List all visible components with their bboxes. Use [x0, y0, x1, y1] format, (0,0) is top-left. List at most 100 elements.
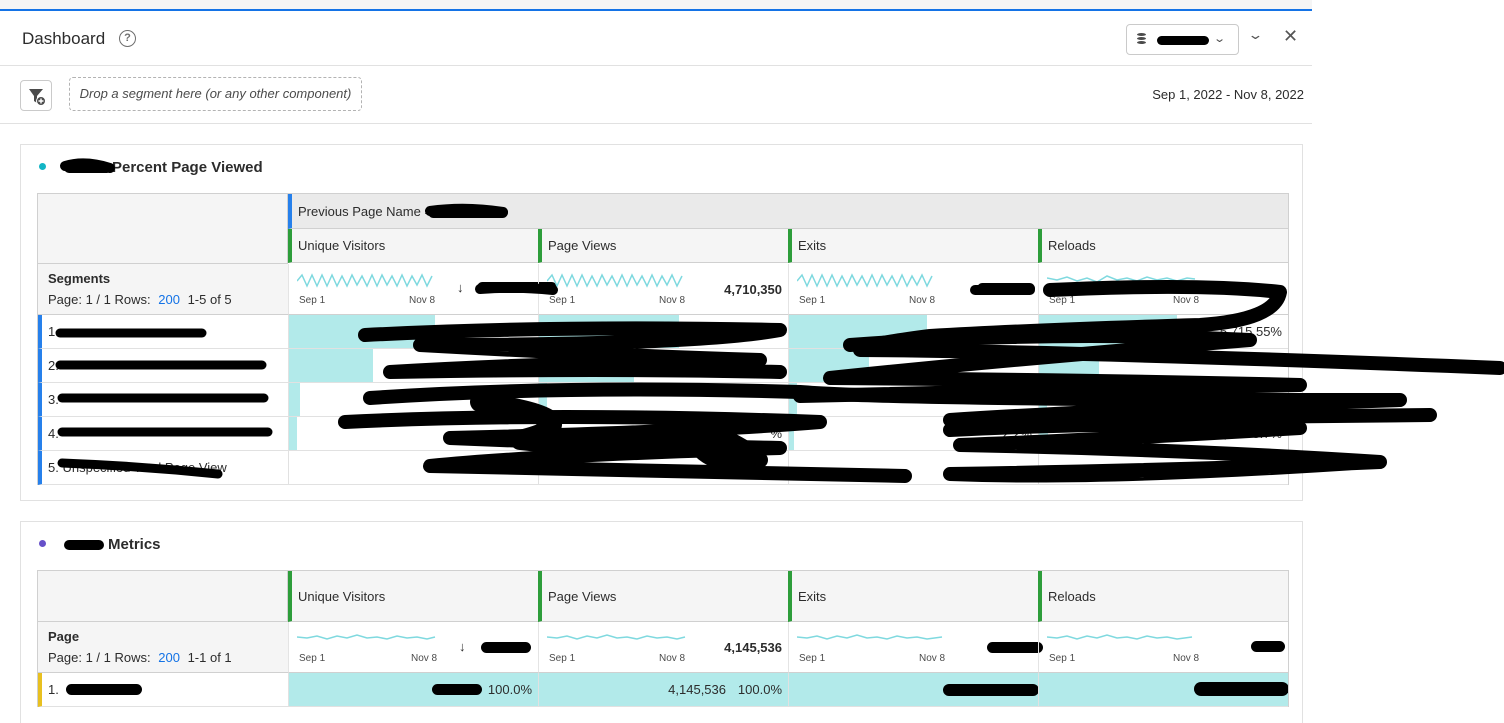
range-label: 1-1 of 1: [187, 650, 232, 665]
page-views-total: 4,145,536: [724, 640, 782, 655]
cell-value: %: [770, 426, 782, 441]
redacted-total: [977, 283, 1035, 294]
column-header-page-views[interactable]: Page Views: [538, 571, 788, 622]
rows-per-page-select[interactable]: 200: [158, 292, 180, 307]
sparkline-start: Sep 1: [299, 653, 326, 664]
sparkline-start: Sep 1: [1049, 653, 1076, 664]
sparkline: [547, 273, 683, 288]
row-number: 2.: [48, 358, 59, 373]
dimension-summary: Page Page: 1 / 1 Rows: 200 1-1 of 1: [38, 622, 288, 673]
sort-desc-icon[interactable]: ↓: [459, 639, 466, 654]
column-header-exits[interactable]: Exits: [788, 571, 1038, 622]
page-title: Dashboard: [22, 29, 106, 48]
sparkline-end: Nov 8: [409, 295, 436, 306]
sparkline-end: Nov 8: [659, 295, 686, 306]
data-cell: [788, 451, 1038, 485]
sparkline: [1047, 634, 1193, 640]
table-row[interactable]: 5. Unspecified Total Page View: [38, 451, 288, 485]
table-corner: [38, 194, 288, 264]
add-segment-button[interactable]: [20, 80, 52, 111]
panel-title[interactable]: Percent Page Viewed: [39, 159, 263, 176]
cell-value: 0.3%: [502, 460, 532, 475]
sparkline-start: Sep 1: [799, 295, 826, 306]
row-number: 4.: [48, 426, 59, 441]
report-suite-selector[interactable]: ⌄: [1126, 24, 1239, 55]
sparkline-end: Nov 8: [1173, 653, 1200, 664]
summary-cell-unique-visitors: Sep 1 Nov 8 ↓: [288, 622, 538, 673]
redacted-title-prefix: [64, 163, 112, 174]
column-header-exits[interactable]: Exits: [788, 229, 1038, 263]
data-cell: [788, 673, 1038, 707]
redacted-value: [1194, 682, 1288, 696]
sparkline-end: Nov 8: [919, 653, 946, 664]
summary-cell-exits: Sep 1 Nov 8: [788, 622, 1043, 673]
rows-per-page-select[interactable]: 200: [158, 650, 180, 665]
redacted-report-suite-name: [1157, 36, 1209, 45]
data-cell: [1038, 451, 1288, 485]
dimension-label: Page: [48, 629, 80, 644]
table-row[interactable]: 3.: [38, 383, 288, 417]
column-header-reloads[interactable]: Reloads: [1038, 571, 1288, 622]
breakdown-header[interactable]: Previous Page Name =: [288, 194, 1288, 229]
data-cell: %: [538, 417, 788, 451]
column-header-page-views[interactable]: Page Views: [538, 229, 788, 263]
data-cell: [538, 315, 788, 349]
page-label: Page: 1 / 1 Rows:: [48, 292, 151, 307]
data-cell: [288, 349, 538, 383]
filter-add-icon: [29, 89, 46, 106]
redacted-breakdown-value: [428, 207, 508, 218]
freeform-table: Previous Page Name = Unique Visitors Pag…: [37, 193, 1289, 485]
row-number: 1.: [48, 324, 59, 339]
date-range[interactable]: Sep 1, 2022 - Nov 8, 2022: [1152, 87, 1304, 102]
sparkline: [297, 634, 436, 640]
dimension-label: Segments: [48, 271, 111, 286]
chevron-down-icon: ⌄: [1213, 33, 1227, 45]
page-label: Page: 1 / 1 Rows:: [48, 650, 151, 665]
summary-cell-reloads: Sep 1 Nov 8: [1038, 622, 1288, 673]
range-label: 1-5 of 5: [187, 292, 232, 307]
cell-value: 100.0%: [487, 682, 532, 697]
table-row[interactable]: 1.: [38, 673, 288, 707]
help-icon[interactable]: ?: [119, 30, 136, 47]
close-icon[interactable]: ✕: [1283, 26, 1298, 47]
segment-drop-zone[interactable]: Drop a segment here (or any other compon…: [69, 77, 362, 111]
sparkline-start: Sep 1: [549, 653, 576, 664]
summary-cell-exits: Sep 1 Nov 8: [788, 264, 1038, 315]
redacted-value: [432, 684, 482, 695]
row-label: Unspecified Total Page View: [62, 460, 227, 475]
data-cell: [288, 383, 538, 417]
data-cell: [1038, 349, 1288, 383]
column-header-reloads[interactable]: Reloads: [1038, 229, 1288, 263]
table-row[interactable]: 2.: [38, 349, 288, 383]
sparkline: [547, 634, 686, 640]
data-cell: 5,715 55%: [1038, 315, 1288, 349]
collapse-icon[interactable]: ⌄: [1247, 27, 1263, 43]
sort-desc-icon[interactable]: ↓: [457, 280, 464, 295]
sparkline-end: Nov 8: [411, 653, 438, 664]
data-cell: [538, 451, 788, 485]
cell-value: 5,715 55%: [1219, 324, 1282, 339]
cell-percent: 100.0%: [737, 682, 782, 697]
data-cell: 2.2%: [788, 417, 1038, 451]
table-row[interactable]: 4.: [38, 417, 288, 451]
summary-cell-page-views: Sep 1 Nov 8 4,145,536: [538, 622, 788, 673]
panel-header: Dashboard ? ⌄ ⌄ ✕: [0, 11, 1312, 66]
sparkline: [1047, 275, 1196, 283]
cell-value: 2.2%: [1002, 426, 1032, 441]
column-header-unique-visitors[interactable]: Unique Visitors: [288, 229, 538, 263]
sparkline-end: Nov 8: [1173, 295, 1200, 306]
column-header-unique-visitors[interactable]: Unique Visitors: [288, 571, 538, 622]
redacted-row-label: [66, 684, 142, 695]
summary-cell-page-views: Sep 1 Nov 8 4,710,350: [538, 264, 788, 315]
data-cell: 0.3%: [288, 451, 538, 485]
cell-value: 4,145,536: [668, 682, 726, 697]
panel-title[interactable]: Metrics: [39, 536, 161, 553]
freeform-table-panel-2: Metrics Unique Visitors Page Views Exits…: [20, 521, 1303, 723]
row-number: 5.: [48, 460, 59, 475]
data-cell: 3,854 3.7%: [1038, 417, 1288, 451]
data-cell: [288, 315, 538, 349]
database-icon: [1137, 33, 1146, 45]
panel-title-text: Percent Page Viewed: [112, 159, 263, 176]
table-row[interactable]: 1.: [38, 315, 288, 349]
data-cell: [788, 383, 1038, 417]
